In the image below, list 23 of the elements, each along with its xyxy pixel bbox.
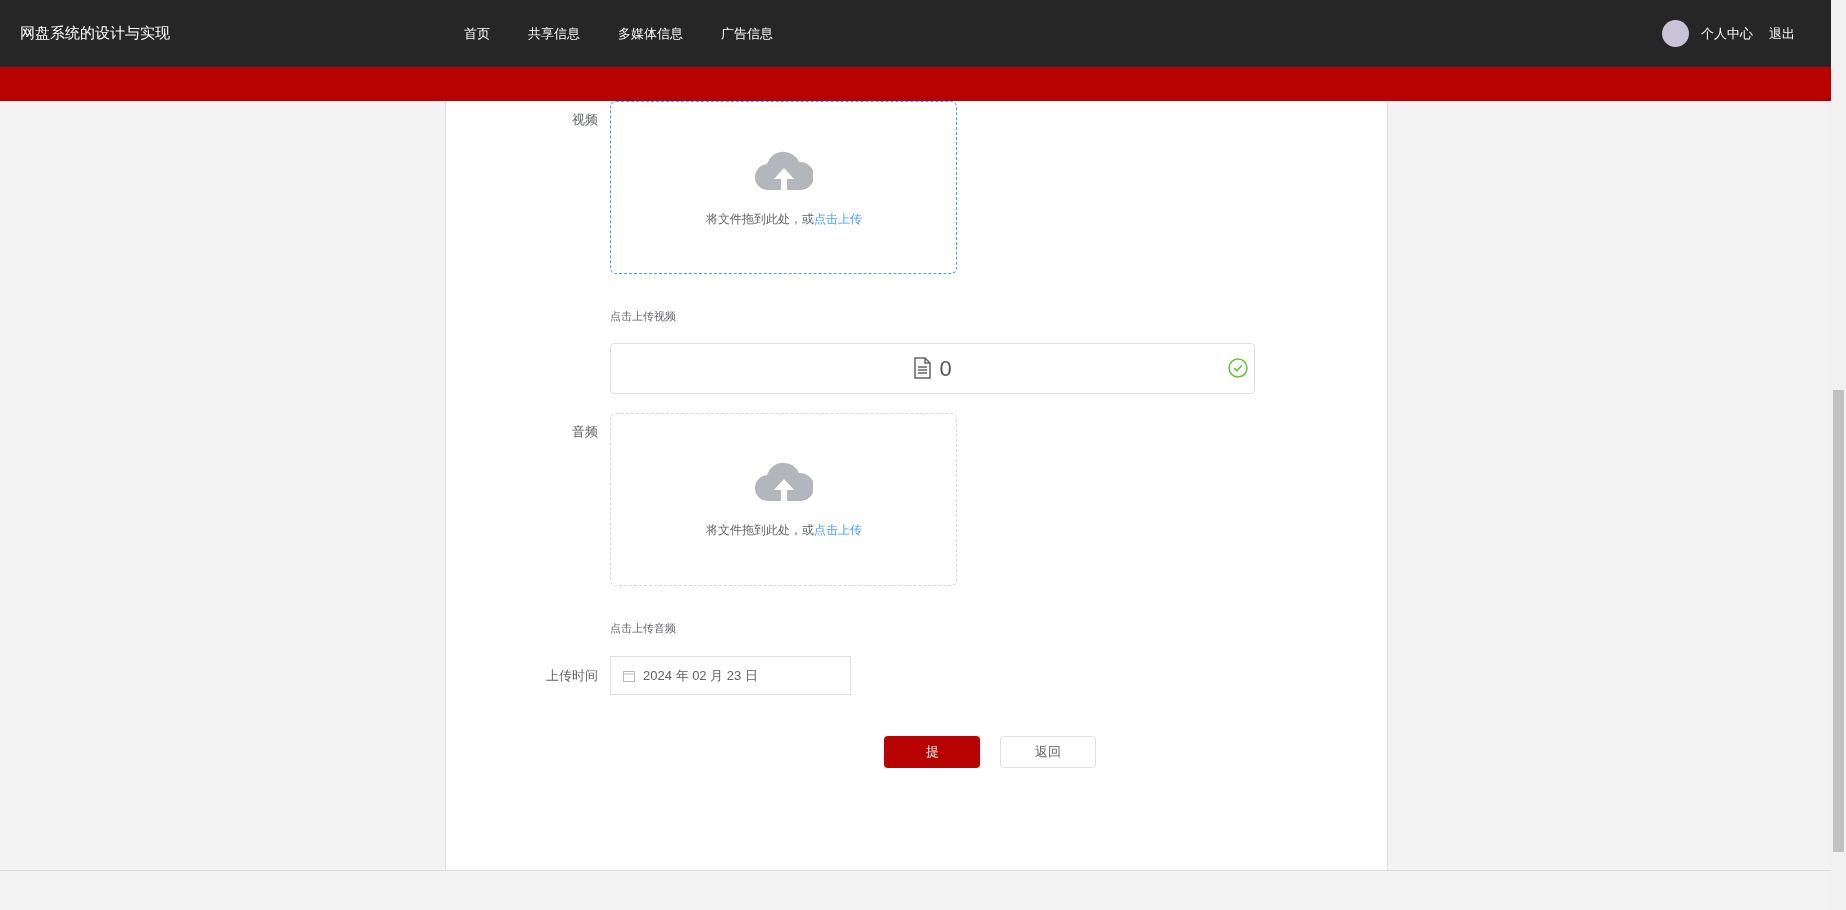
- upload-dropzone[interactable]: 将文件拖到此处，或点击上传: [610, 101, 957, 274]
- drop-hint: 将文件拖到此处，或: [705, 522, 814, 539]
- field-label: 上传时间: [545, 666, 599, 685]
- drop-hint: 将文件拖到此处，或: [705, 210, 814, 228]
- avatar[interactable]: [1662, 20, 1689, 47]
- back-button[interactable]: 返回: [1000, 736, 1096, 768]
- user-link[interactable]: 个人中心: [1701, 23, 1753, 44]
- nav-link[interactable]: 多媒体信息: [618, 23, 683, 44]
- upload-hint: 点击上传音频: [610, 620, 677, 636]
- file-name: 0: [939, 354, 952, 383]
- submit-button[interactable]: 提: [884, 736, 980, 768]
- calendar-icon: [623, 669, 635, 682]
- field-label: 音频: [571, 422, 599, 441]
- user-link[interactable]: 退出: [1769, 23, 1795, 44]
- nav-link[interactable]: 广告信息: [721, 23, 773, 44]
- site-title: 网盘系统的设计与实现: [20, 23, 171, 44]
- document-icon: [913, 357, 932, 379]
- field-label: 视频: [571, 111, 599, 129]
- date-field[interactable]: 2024 年 02 月 23 日: [610, 656, 851, 695]
- nav-link[interactable]: 共享信息: [528, 23, 580, 44]
- nav-link[interactable]: 首页: [464, 23, 490, 44]
- upload-dropzone[interactable]: 将文件拖到此处，或点击上传: [610, 412, 957, 586]
- upload-hint: 点击上传视频: [610, 309, 677, 324]
